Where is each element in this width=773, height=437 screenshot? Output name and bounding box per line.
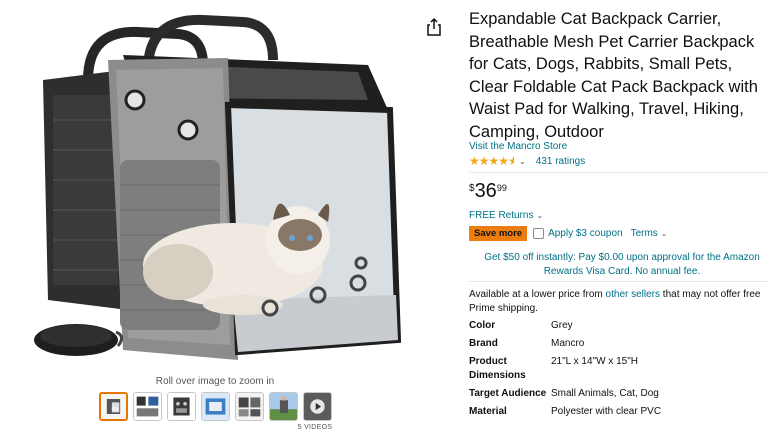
spec-row: Brand Mancro bbox=[469, 337, 769, 355]
rewards-card-promo-link[interactable]: Get $50 off instantly: Pay $0.00 upon ap… bbox=[477, 251, 767, 279]
coupon-checkbox[interactable] bbox=[533, 228, 545, 239]
spec-key: Color bbox=[469, 320, 496, 331]
thumbnail-4[interactable] bbox=[201, 392, 230, 421]
thumbnail-video[interactable] bbox=[303, 392, 332, 421]
spec-row: Product Dimensions 21"L x 14"W x 15"H bbox=[469, 355, 769, 387]
coupon-row: Save more Apply $3 coupon Terms ⌄ bbox=[469, 226, 667, 241]
rating-row: ★★★★★ ⌄ 431 ratings bbox=[469, 154, 585, 168]
price: $ 36 99 bbox=[469, 180, 507, 202]
availability-prefix: Available at a lower price from bbox=[469, 289, 603, 300]
spec-key: Material bbox=[469, 406, 507, 417]
other-sellers-link[interactable]: other sellers bbox=[606, 289, 660, 300]
price-fraction: 99 bbox=[496, 183, 507, 193]
share-icon[interactable] bbox=[423, 16, 445, 38]
free-returns-label: FREE Returns bbox=[469, 210, 534, 221]
spec-value: Polyester with clear PVC bbox=[551, 406, 662, 417]
chevron-down-icon: ⌄ bbox=[660, 229, 668, 238]
availability-note: Available at a lower price from other se… bbox=[469, 288, 769, 316]
main-product-image[interactable] bbox=[28, 10, 428, 372]
spec-value: Mancro bbox=[551, 338, 585, 349]
star-rating-icon[interactable]: ★★★★★ bbox=[469, 154, 514, 168]
terms-label: Terms bbox=[630, 228, 658, 239]
terms-link[interactable]: Terms ⌄ bbox=[631, 228, 668, 239]
thumbnail-5[interactable] bbox=[235, 392, 264, 421]
zoom-hint: Roll over image to zoom in bbox=[155, 376, 275, 387]
videos-count-label: 5 VIDEOS bbox=[297, 424, 333, 431]
free-returns-link[interactable]: FREE Returns ⌄ bbox=[469, 210, 543, 221]
product-title: Expandable Cat Backpack Carrier, Breatha… bbox=[469, 10, 758, 141]
spec-value: Small Animals, Cat, Dog bbox=[551, 388, 659, 399]
thumbnail-1[interactable] bbox=[99, 392, 128, 421]
spec-value: Grey bbox=[551, 320, 573, 331]
spec-key: Brand bbox=[469, 338, 498, 349]
thumbnail-2[interactable] bbox=[133, 392, 162, 421]
price-whole: 36 bbox=[474, 180, 497, 202]
chevron-down-icon: ⌄ bbox=[536, 211, 544, 220]
apply-coupon-label[interactable]: Apply $3 coupon bbox=[548, 228, 623, 239]
ratings-count-link[interactable]: 431 ratings bbox=[536, 156, 585, 167]
spec-key: Target Audience bbox=[469, 388, 547, 399]
spec-row: Color Grey bbox=[469, 319, 769, 337]
thumbnail-strip bbox=[99, 392, 332, 421]
product-specs-table: Color Grey Brand Mancro Product Dimensio… bbox=[469, 319, 769, 419]
spec-value: 21"L x 14"W x 15"H bbox=[551, 356, 638, 367]
divider bbox=[469, 172, 769, 173]
spec-row: Material Polyester with clear PVC bbox=[469, 405, 769, 419]
thumbnail-3[interactable] bbox=[167, 392, 196, 421]
save-more-badge: Save more bbox=[469, 226, 528, 241]
divider bbox=[469, 281, 769, 282]
store-link[interactable]: Visit the Mancro Store bbox=[469, 141, 567, 152]
spec-key: Product Dimensions bbox=[469, 356, 526, 381]
spec-row: Target Audience Small Animals, Cat, Dog bbox=[469, 387, 769, 405]
chevron-down-icon[interactable]: ⌄ bbox=[519, 157, 526, 166]
thumbnail-6[interactable] bbox=[269, 392, 298, 421]
